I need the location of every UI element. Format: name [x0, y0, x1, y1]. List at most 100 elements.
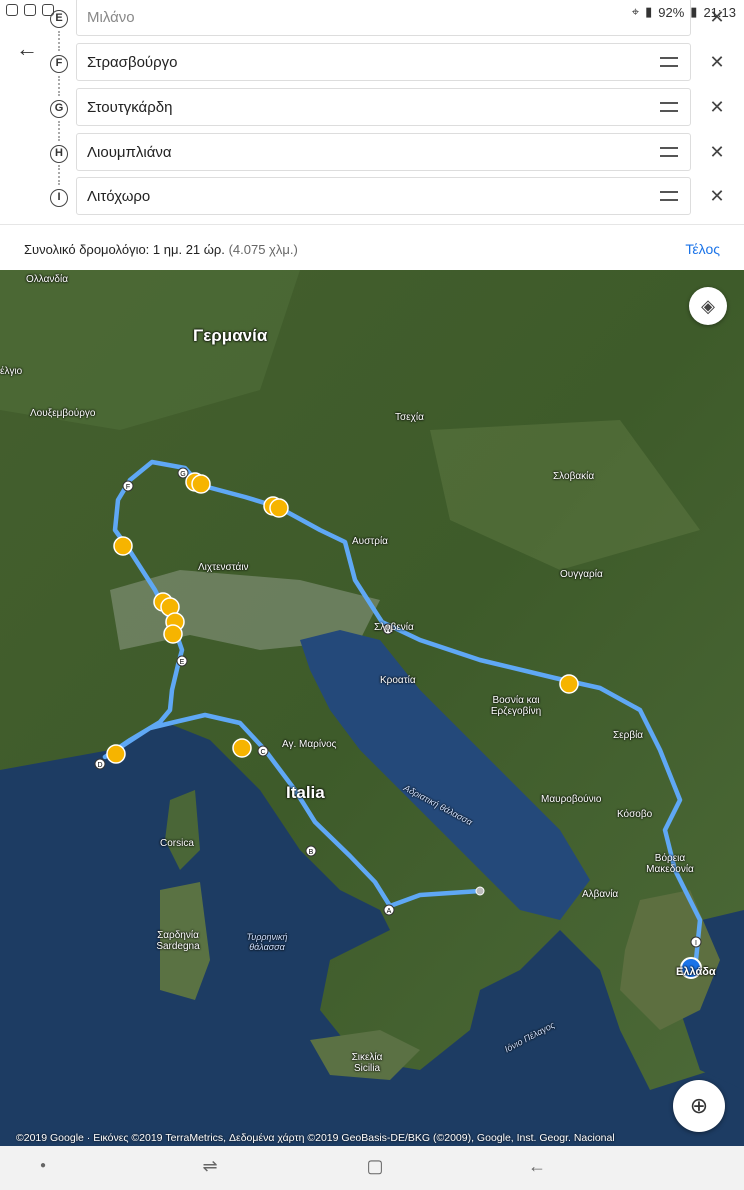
map-label-greece: Ελλάδα — [676, 966, 716, 978]
dotted-connector — [58, 121, 60, 141]
clock: 21:13 — [703, 4, 736, 20]
stop-text-f: Στρασβούργο — [87, 54, 178, 71]
back-icon[interactable]: ← — [522, 1156, 552, 1180]
waypoint-f[interactable]: F — [122, 480, 134, 492]
map-label-kosovo: Κόσοβο — [617, 809, 653, 820]
map-label-san-marino: Αγ. Μαρίνος — [282, 739, 337, 750]
notification-icons — [6, 4, 54, 16]
notification-icon — [6, 4, 18, 16]
stop-field-i[interactable]: Λιτόχωρο — [76, 177, 691, 215]
location-icon: ⌖ — [631, 4, 640, 19]
system-nav-bar: ● ⇌ ▢ ← — [0, 1146, 744, 1190]
home-icon[interactable]: ▢ — [360, 1156, 390, 1180]
route-endpoint — [475, 886, 485, 896]
notification-icon — [24, 4, 36, 16]
stop-marker-f: F — [50, 55, 68, 73]
signal-icon: ▮ — [645, 4, 653, 19]
waypoint-c[interactable]: C — [257, 745, 269, 757]
map-label-north-macedonia: Βόρεια Μακεδονία — [646, 853, 694, 875]
done-button[interactable]: Τέλος — [685, 241, 720, 257]
route-distance: (4.075 χλμ.) — [228, 242, 298, 257]
map-label-austria: Αυστρία — [352, 536, 388, 547]
roadwork-icon[interactable] — [269, 498, 289, 518]
map-label-italy: Italia — [286, 783, 325, 802]
status-right: ⌖ ▮ 92% ▮ 21:13 — [632, 4, 736, 20]
waypoint-b[interactable]: B — [305, 845, 317, 857]
waypoint-a[interactable]: A — [383, 904, 395, 916]
nav-dot-icon[interactable]: ● — [28, 1160, 58, 1184]
map-label-montenegro: Μαυροβούνιο — [541, 794, 602, 805]
battery-icon: ▮ — [690, 4, 698, 19]
map-label-sicily: Σικελία Sicilia — [351, 1052, 383, 1074]
stop-field-h[interactable]: Λιουμπλιάνα — [76, 133, 691, 171]
drag-handle-icon[interactable] — [660, 191, 678, 201]
map-label-liechtenstein: Λιχτενστάιν — [198, 562, 249, 573]
map-label-corsica: Corsica — [160, 838, 194, 849]
waypoint-letter: F — [126, 484, 130, 491]
map-label-slovenia: Σλοβενία — [374, 622, 414, 633]
layers-icon: ◈ — [701, 296, 715, 316]
stop-field-g[interactable]: Στουτγκάρδη — [76, 88, 691, 126]
map-label-serbia: Σερβία — [613, 730, 644, 741]
stop-marker-h: H — [50, 145, 68, 163]
waypoint-g[interactable]: G — [177, 467, 189, 479]
map-canvas: A B C D E F G H I — [0, 270, 744, 1146]
youtube-icon — [42, 4, 54, 16]
stop-row-h: H Λιουμπλιάνα ✕ — [0, 121, 744, 175]
waypoint-letter: C — [260, 749, 265, 756]
stop-row-f: F Στρασβούργο ✕ — [0, 31, 744, 85]
stop-row-i: I Λιτόχωρο ✕ — [0, 165, 744, 219]
stop-text-h: Λιουμπλιάνα — [87, 144, 172, 161]
waypoint-letter: D — [97, 762, 102, 769]
stop-marker-i: I — [50, 189, 68, 207]
roadwork-icon[interactable] — [163, 624, 183, 644]
map-label-netherlands: Ολλανδία — [26, 274, 68, 285]
remove-stop-h-icon[interactable]: ✕ — [706, 141, 728, 163]
route-summary-text: Συνολικό δρομολόγιο: 1 ημ. 21 ώρ. (4.075… — [24, 242, 298, 257]
map-view[interactable]: A B C D E F G H I Ολλανδία Γερμανία έλγι… — [0, 270, 744, 1146]
recents-icon[interactable]: ⇌ — [195, 1156, 225, 1180]
remove-stop-f-icon[interactable]: ✕ — [706, 51, 728, 73]
roadwork-icon[interactable] — [191, 474, 211, 494]
stop-field-f[interactable]: Στρασβούργο — [76, 43, 691, 81]
route-summary: Συνολικό δρομολόγιο: 1 ημ. 21 ώρ. (4.075… — [0, 224, 744, 270]
dotted-connector — [58, 31, 60, 51]
remove-stop-g-icon[interactable]: ✕ — [706, 96, 728, 118]
status-bar: ⌖ ▮ 92% ▮ 21:13 — [0, 0, 744, 24]
drag-handle-icon[interactable] — [660, 102, 678, 112]
map-label-tyrrhenian: Τυρρηνική θάλασσα — [246, 932, 288, 952]
roadwork-icon[interactable] — [113, 536, 133, 556]
map-label-albania: Αλβανία — [582, 889, 619, 900]
map-label-sardinia: Σαρδηνία Sardegna — [156, 930, 200, 952]
map-label-belgium: έλγιο — [0, 366, 23, 377]
roadwork-icon[interactable] — [106, 744, 126, 764]
roadwork-icon[interactable] — [559, 674, 579, 694]
map-label-slovakia: Σλοβακία — [553, 471, 595, 482]
roadwork-icon[interactable] — [232, 738, 252, 758]
map-label-luxembourg: Λουξεμβούργο — [30, 408, 96, 419]
waypoint-i[interactable]: I — [690, 936, 702, 948]
map-label-hungary: Ουγγαρία — [560, 569, 603, 580]
map-label-czechia: Τσεχία — [395, 412, 424, 423]
map-label-germany: Γερμανία — [193, 326, 268, 345]
directions-panel: ← E Μιλάνο ✕ F Στρασβούργο ✕ G Στουτγκάρ… — [0, 0, 744, 270]
stop-marker-g: G — [50, 100, 68, 118]
waypoint-e[interactable]: E — [176, 655, 188, 667]
dotted-connector — [58, 165, 60, 185]
my-location-button[interactable]: ⊕ — [673, 1080, 725, 1132]
map-label-croatia: Κροατία — [380, 675, 416, 686]
stop-text-g: Στουτγκάρδη — [87, 99, 173, 116]
waypoint-letter: B — [309, 849, 314, 856]
map-copyright: ©2019 Google · Εικόνες ©2019 TerraMetric… — [16, 1132, 615, 1144]
remove-stop-i-icon[interactable]: ✕ — [706, 185, 728, 207]
map-label-bosnia: Βοσνία και Ερζεγοβίνη — [490, 695, 542, 717]
waypoint-letter: G — [180, 471, 185, 478]
layers-button[interactable]: ◈ — [689, 287, 727, 325]
route-duration: Συνολικό δρομολόγιο: 1 ημ. 21 ώρ. — [24, 242, 225, 257]
drag-handle-icon[interactable] — [660, 147, 678, 157]
waypoint-letter: E — [180, 659, 185, 666]
drag-handle-icon[interactable] — [660, 57, 678, 67]
stop-row-g: G Στουτγκάρδη ✕ — [0, 76, 744, 130]
waypoint-letter: I — [695, 940, 697, 947]
waypoint-d[interactable]: D — [94, 758, 106, 770]
